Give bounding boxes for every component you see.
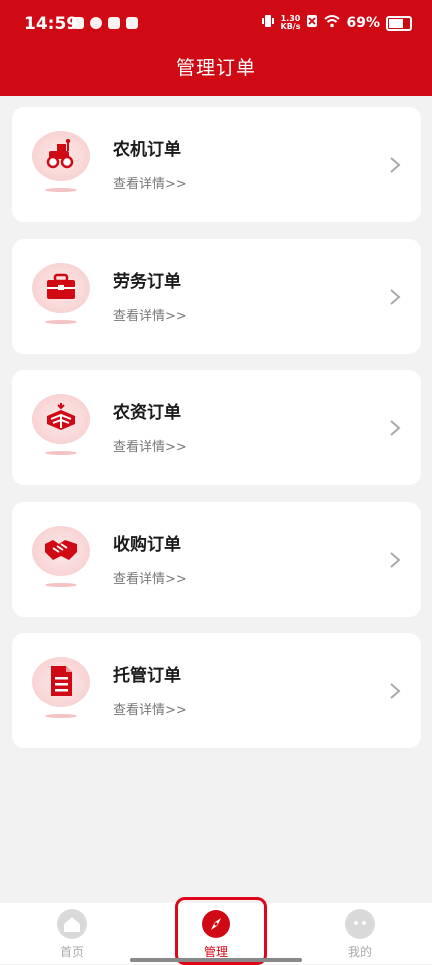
view-details-link[interactable]: 查看详情>> (113, 436, 187, 455)
order-card-labor[interactable]: 劳务订单 查看详情>> (12, 239, 421, 354)
notification-icons (72, 17, 138, 29)
tab-home[interactable]: 首页 (22, 903, 122, 964)
card-title: 农资订单 (113, 403, 181, 423)
battery-icon (386, 15, 412, 31)
home-icon (57, 909, 87, 939)
chevron-right-icon (390, 289, 401, 305)
handshake-icon (32, 526, 90, 588)
status-bar: 14:59 1.30 KB/s 69% (0, 0, 432, 52)
card-title: 农机订单 (113, 140, 181, 160)
battery-percent: 69% (346, 15, 380, 31)
card-title: 劳务订单 (113, 272, 181, 292)
chevron-right-icon (390, 683, 401, 699)
no-sim-icon (306, 14, 318, 32)
vibrate-icon (261, 14, 275, 32)
field-icon (32, 394, 90, 456)
card-title: 收购订单 (113, 535, 181, 555)
order-card-agri-supplies[interactable]: 农资订单 查看详情>> (12, 370, 421, 485)
wifi-icon (324, 14, 341, 32)
order-card-custody[interactable]: 托管订单 查看详情>> (12, 633, 421, 748)
view-details-link[interactable]: 查看详情>> (113, 305, 187, 324)
profile-icon (345, 909, 375, 939)
chevron-right-icon (390, 552, 401, 568)
app-icon (90, 17, 102, 29)
page-header: 管理订单 (0, 52, 432, 96)
message-icon (126, 17, 138, 29)
status-right: 1.30 KB/s 69% (261, 14, 412, 32)
order-card-purchase[interactable]: 收购订单 查看详情>> (12, 502, 421, 617)
document-icon (32, 657, 90, 719)
view-details-link[interactable]: 查看详情>> (113, 173, 187, 192)
tab-profile-label: 我的 (347, 945, 372, 959)
order-card-agri-machinery[interactable]: 农机订单 查看详情>> (12, 107, 421, 222)
chevron-right-icon (390, 157, 401, 173)
chevron-right-icon (390, 420, 401, 436)
page-title: 管理订单 (175, 57, 256, 79)
network-speed: 1.30 KB/s (280, 14, 301, 31)
home-indicator (130, 958, 302, 962)
crown-icon (108, 17, 120, 29)
tab-profile[interactable]: 我的 (310, 903, 410, 964)
card-title: 托管订单 (113, 666, 181, 686)
active-tab-highlight (175, 897, 267, 965)
play-icon (72, 17, 84, 29)
status-time: 14:59 (24, 14, 79, 34)
view-details-link[interactable]: 查看详情>> (113, 568, 187, 587)
view-details-link[interactable]: 查看详情>> (113, 699, 187, 718)
briefcase-icon (32, 263, 90, 325)
tractor-icon (32, 131, 90, 193)
tab-home-label: 首页 (59, 945, 84, 959)
